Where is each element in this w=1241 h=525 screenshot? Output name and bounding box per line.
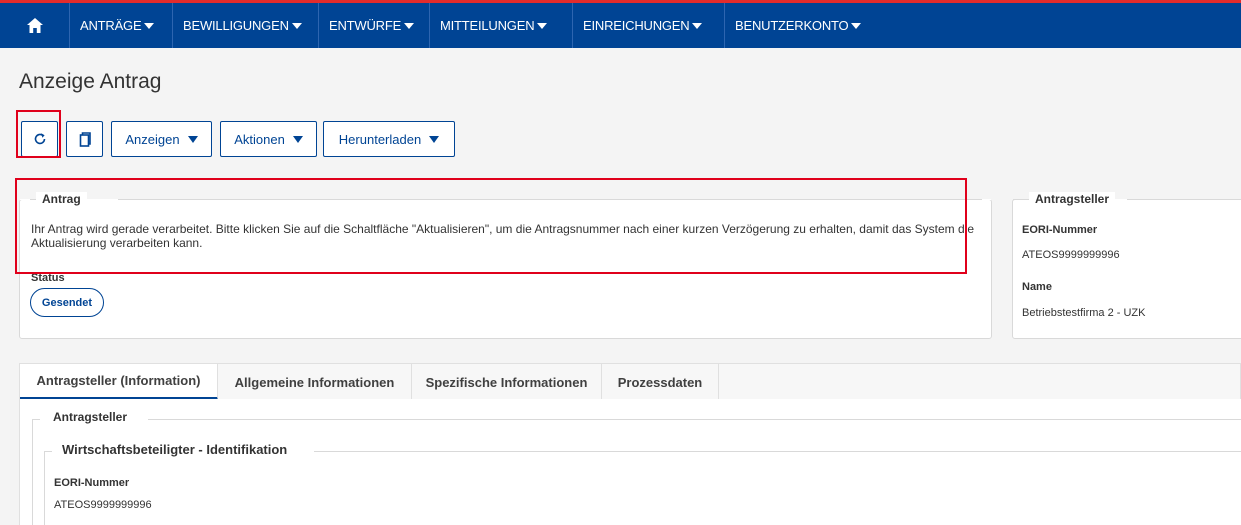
- details-eori-label: EORI-Nummer: [54, 477, 130, 489]
- caret-down-icon: [429, 135, 440, 143]
- nav-label: BENUTZERKONTO: [735, 18, 849, 33]
- tab-antragsteller-information[interactable]: Antragsteller (Information): [20, 364, 218, 400]
- chevron-down-icon: [404, 22, 415, 29]
- nav-label: MITTEILUNGEN: [440, 18, 535, 33]
- processing-message: Ihr Antrag wird gerade verarbeitet. Bitt…: [31, 222, 975, 250]
- name-label: Name: [1022, 281, 1052, 293]
- antrag-panel: [19, 199, 992, 339]
- legend-line: [32, 419, 40, 420]
- herunterladen-label: Herunterladen: [338, 131, 422, 147]
- chevron-down-icon: [537, 22, 548, 29]
- caret-down-icon: [292, 135, 303, 143]
- home-icon[interactable]: [0, 3, 70, 48]
- aktionen-button[interactable]: Aktionen: [220, 121, 317, 157]
- nav-antraege[interactable]: ANTRÄGE: [70, 3, 173, 48]
- nav-label: ANTRÄGE: [80, 18, 142, 33]
- tab-bar: Antragsteller (Information) Allgemeine I…: [19, 363, 1241, 400]
- legend-line: [1127, 199, 1241, 200]
- nav-label: BEWILLIGUNGEN: [183, 18, 289, 33]
- tab-spezifische-informationen[interactable]: Spezifische Informationen: [412, 364, 602, 400]
- tab-allgemeine-informationen[interactable]: Allgemeine Informationen: [218, 364, 412, 400]
- nav-entwuerfe[interactable]: ENTWÜRFE: [319, 3, 430, 48]
- antrag-legend: Antrag: [36, 192, 87, 206]
- nav-benutzerkonto[interactable]: BENUTZERKONTO: [725, 3, 885, 48]
- legend-line: [314, 451, 1241, 452]
- details-legend: Antragsteller: [47, 410, 134, 424]
- legend-line: [44, 451, 52, 452]
- tab-content: Antragsteller Wirtschaftsbeteiligter - I…: [19, 399, 1241, 525]
- antragsteller-legend: Antragsteller: [1029, 192, 1116, 206]
- nav-mitteilungen[interactable]: MITTEILUNGEN: [430, 3, 573, 48]
- tab-prozessdaten[interactable]: Prozessdaten: [602, 364, 719, 400]
- eori-value: ATEOS9999999996: [1022, 249, 1120, 261]
- nav-einreichungen[interactable]: EINREICHUNGEN: [573, 3, 725, 48]
- copy-button[interactable]: [66, 121, 103, 157]
- caret-down-icon: [187, 135, 198, 143]
- chevron-down-icon: [291, 22, 302, 29]
- nav-label: EINREICHUNGEN: [583, 18, 690, 33]
- top-navigation: ANTRÄGE BEWILLIGUNGEN ENTWÜRFE MITTEILUN…: [0, 0, 1241, 48]
- anzeigen-button[interactable]: Anzeigen: [111, 121, 212, 157]
- nav-bewilligungen[interactable]: BEWILLIGUNGEN: [173, 3, 319, 48]
- fieldset-border: [44, 451, 45, 525]
- chevron-down-icon: [851, 22, 862, 29]
- herunterladen-button[interactable]: Herunterladen: [323, 121, 455, 157]
- fieldset-border: [32, 419, 33, 525]
- nav-label: ENTWÜRFE: [329, 18, 402, 33]
- eori-label: EORI-Nummer: [1022, 224, 1098, 236]
- chevron-down-icon: [144, 22, 155, 29]
- refresh-button[interactable]: [21, 121, 58, 157]
- refresh-icon: [34, 133, 45, 145]
- anzeigen-label: Anzeigen: [125, 131, 180, 147]
- chevron-down-icon: [692, 22, 703, 29]
- details-eori-value: ATEOS9999999996: [54, 499, 152, 511]
- page-title: Anzeige Antrag: [19, 70, 162, 93]
- copy-icon: [79, 131, 91, 147]
- legend-line: [118, 199, 982, 200]
- name-value: Betriebstestfirma 2 - UZK: [1022, 307, 1146, 319]
- details-sublegend: Wirtschaftsbeteiligter - Identifikation: [56, 442, 294, 457]
- aktionen-label: Aktionen: [234, 131, 285, 147]
- status-badge: Gesendet: [30, 288, 104, 317]
- legend-line: [148, 419, 1241, 420]
- status-label: Status: [31, 272, 65, 284]
